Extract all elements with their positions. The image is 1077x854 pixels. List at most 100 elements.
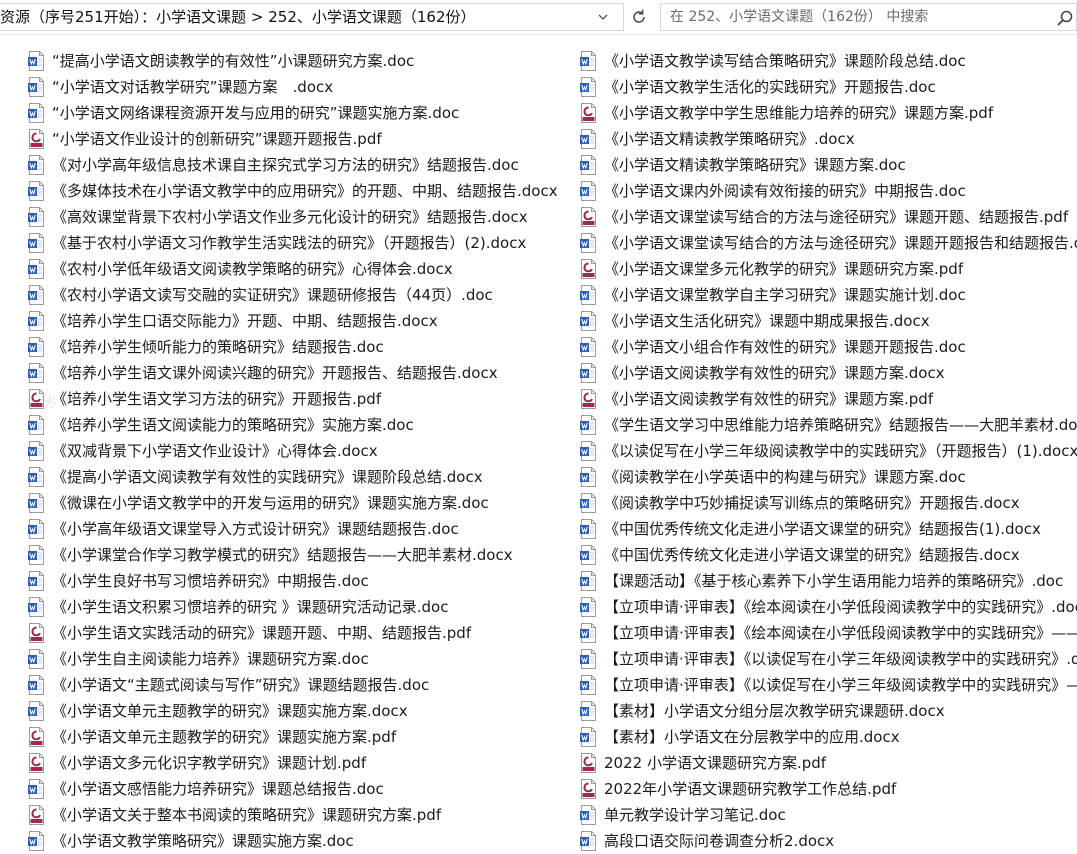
file-item[interactable]: 《小学课堂合作学习教学模式的研究》结题报告——大肥羊素材.docx bbox=[28, 542, 573, 568]
file-name[interactable]: 《小学语文精读教学策略研究》课题方案.doc bbox=[604, 152, 906, 178]
file-name[interactable]: 《小学生良好书写习惯培养研究》中期报告.doc bbox=[52, 568, 369, 594]
file-name[interactable]: 《小学语文教学生活化的实践研究》开题报告.doc bbox=[604, 74, 936, 100]
file-item[interactable]: 《小学语文生活化研究》课题中期成果报告.docx bbox=[580, 308, 1077, 334]
file-name[interactable]: 《中国优秀传统文化走进小学语文课堂的研究》结题报告(1).docx bbox=[604, 516, 1041, 542]
file-item[interactable]: 《小学语文小组合作有效性的研究》课题开题报告.doc bbox=[580, 334, 1077, 360]
file-name[interactable]: 《基于农村小学语文习作教学生活实践法的研究》（开题报告）(2).docx bbox=[52, 230, 526, 256]
file-name[interactable]: 《小学语文单元主题教学的研究》课题实施方案.docx bbox=[52, 698, 408, 724]
file-name[interactable]: 《小学语文教学读写结合策略研究》课题阶段总结.doc bbox=[604, 48, 966, 74]
file-name[interactable]: 《以读促写在小学三年级阅读教学中的实践研究》（开题报告）(1).docx bbox=[604, 438, 1077, 464]
file-item[interactable]: 高段口语交际问卷调查分析2.docx bbox=[580, 828, 1077, 854]
file-item[interactable]: 《中国优秀传统文化走进小学语文课堂的研究》结题报告(1).docx bbox=[580, 516, 1077, 542]
file-item[interactable]: 《小学语文课堂读写结合的方法与途径研究》课题开题、结题报告.pdf bbox=[580, 204, 1077, 230]
file-name[interactable]: 高段口语交际问卷调查分析2.docx bbox=[604, 828, 834, 854]
file-name[interactable]: “小学语文作业设计的创新研究”课题开题报告.pdf bbox=[52, 126, 382, 152]
file-item[interactable]: 《小学语文教学策略研究》课题实施方案.doc bbox=[28, 828, 573, 854]
file-name[interactable]: 【立项申请·评审表】《绘本阅读在小学低段阅读教学中的实践研究》—— bbox=[604, 620, 1077, 646]
search-placeholder[interactable]: 在 252、小学语文课题（162份） 中搜索 bbox=[670, 4, 928, 30]
file-item[interactable]: 2022年小学语文课题研究教学工作总结.pdf bbox=[580, 776, 1077, 802]
file-name[interactable]: 【立项申请·评审表】《以读促写在小学三年级阅读教学中的实践研究》.doc bbox=[604, 646, 1077, 672]
file-name[interactable]: 《小学语文关于整本书阅读的策略研究》课题研究方案.pdf bbox=[52, 802, 441, 828]
file-item[interactable]: 《小学语文教学中学生思维能力培养的研究》课题方案.pdf bbox=[580, 100, 1077, 126]
file-item[interactable]: 《小学语文“主题式阅读与写作”研究》课题结题报告.doc bbox=[28, 672, 573, 698]
file-name[interactable]: 《小学课堂合作学习教学模式的研究》结题报告——大肥羊素材.docx bbox=[52, 542, 513, 568]
file-name[interactable]: 《小学语文教学中学生思维能力培养的研究》课题方案.pdf bbox=[604, 100, 993, 126]
file-name[interactable]: 《培养小学生口语交际能力》开题、中期、结题报告.docx bbox=[52, 308, 438, 334]
file-item[interactable]: 《中国优秀传统文化走进小学语文课堂的研究》结题报告.docx bbox=[580, 542, 1077, 568]
file-name[interactable]: 《小学语文课内外阅读有效衔接的研究》中期报告.doc bbox=[604, 178, 966, 204]
file-name[interactable]: 《培养小学生倾听能力的策略研究》结题报告.doc bbox=[52, 334, 384, 360]
file-item[interactable]: 【素材】小学语文在分层教学中的应用.docx bbox=[580, 724, 1077, 750]
file-name[interactable]: 《双减背景下小学语文作业设计》心得体会.docx bbox=[52, 438, 378, 464]
address-path[interactable]: 资源（序号251开始）：小学语文课题 > 252、小学语文课题（162份） bbox=[0, 4, 590, 30]
file-item[interactable]: 《双减背景下小学语文作业设计》心得体会.docx bbox=[28, 438, 573, 464]
search-box[interactable]: 在 252、小学语文课题（162份） 中搜索 bbox=[660, 3, 1077, 31]
file-name[interactable]: 《阅读教学中巧妙捕捉读写训练点的策略研究》开题报告.docx bbox=[604, 490, 1020, 516]
file-item[interactable]: 《小学语文课内外阅读有效衔接的研究》中期报告.doc bbox=[580, 178, 1077, 204]
file-item[interactable]: 《小学语文课堂读写结合的方法与途径研究》课题开题报告和结题报告.docx bbox=[580, 230, 1077, 256]
file-name[interactable]: 单元教学设计学习笔记.doc bbox=[604, 802, 786, 828]
file-item[interactable]: 《微课在小学语文教学中的开发与运用的研究》课题实施方案.doc bbox=[28, 490, 573, 516]
file-name[interactable]: 【课题活动】《基于核心素养下小学生语用能力培养的策略研究》.doc bbox=[604, 568, 1063, 594]
file-item[interactable]: 《以读促写在小学三年级阅读教学中的实践研究》（开题报告）(1).docx bbox=[580, 438, 1077, 464]
file-item[interactable]: 《对小学高年级信息技术课自主探究式学习方法的研究》结题报告.doc bbox=[28, 152, 573, 178]
file-name[interactable]: 《高效课堂背景下农村小学语文作业多元化设计的研究》结题报告.docx bbox=[52, 204, 528, 230]
file-name[interactable]: 《小学语文生活化研究》课题中期成果报告.docx bbox=[604, 308, 930, 334]
file-name[interactable]: 《微课在小学语文教学中的开发与运用的研究》课题实施方案.doc bbox=[52, 490, 489, 516]
file-item[interactable]: 2022 小学语文课题研究方案.pdf bbox=[580, 750, 1077, 776]
file-name[interactable]: “小学语文对话教学研究”课题方案 .docx bbox=[52, 74, 333, 100]
file-item[interactable]: 《小学生自主阅读能力培养》课题研究方案.doc bbox=[28, 646, 573, 672]
file-item[interactable]: 《提高小学语文阅读教学有效性的实践研究》课题阶段总结.docx bbox=[28, 464, 573, 490]
file-item[interactable]: 《小学生良好书写习惯培养研究》中期报告.doc bbox=[28, 568, 573, 594]
file-item[interactable]: 《培养小学生语文阅读能力的策略研究》实施方案.doc bbox=[28, 412, 573, 438]
file-name[interactable]: 【立项申请·评审表】《以读促写在小学三年级阅读教学中的实践研究》—— bbox=[604, 672, 1077, 698]
file-name[interactable]: 《小学语文多元化识字教学研究》课题计划.pdf bbox=[52, 750, 366, 776]
file-name[interactable]: 《农村小学语文读写交融的实证研究》课题研修报告（44页）.doc bbox=[52, 282, 493, 308]
file-name[interactable]: 《小学语文课堂教学自主学习研究》课题实施计划.doc bbox=[604, 282, 966, 308]
refresh-button[interactable] bbox=[626, 3, 652, 31]
file-item[interactable]: 《培养小学生语文学习方法的研究》开题报告.pdf bbox=[28, 386, 573, 412]
file-item[interactable]: 《培养小学生语文课外阅读兴趣的研究》开题报告、结题报告.docx bbox=[28, 360, 573, 386]
file-item[interactable]: 《小学语文阅读教学有效性的研究》课题方案.pdf bbox=[580, 386, 1077, 412]
file-name[interactable]: 《提高小学语文阅读教学有效性的实践研究》课题阶段总结.docx bbox=[52, 464, 483, 490]
file-item[interactable]: 《小学语文精读教学策略研究》课题方案.doc bbox=[580, 152, 1077, 178]
file-item[interactable]: 《培养小学生倾听能力的策略研究》结题报告.doc bbox=[28, 334, 573, 360]
address-bar[interactable]: 资源（序号251开始）：小学语文课题 > 252、小学语文课题（162份） bbox=[0, 3, 624, 31]
file-item[interactable]: 《基于农村小学语文习作教学生活实践法的研究》（开题报告）(2).docx bbox=[28, 230, 573, 256]
file-item[interactable]: 【立项申请·评审表】《绘本阅读在小学低段阅读教学中的实践研究》—— bbox=[580, 620, 1077, 646]
file-item[interactable]: 《小学语文感悟能力培养研究》课题总结报告.doc bbox=[28, 776, 573, 802]
file-name[interactable]: 《小学语文课堂多元化教学的研究》课题研究方案.pdf bbox=[604, 256, 963, 282]
file-name[interactable]: 2022 小学语文课题研究方案.pdf bbox=[604, 750, 826, 776]
file-item[interactable]: 《小学生语文实践活动的研究》课题开题、中期、结题报告.pdf bbox=[28, 620, 573, 646]
file-item[interactable]: 《小学生语文积累习惯培养的研究 》课题研究活动记录.doc bbox=[28, 594, 573, 620]
file-item[interactable]: 【课题活动】《基于核心素养下小学生语用能力培养的策略研究》.doc bbox=[580, 568, 1077, 594]
file-item[interactable]: 《小学语文教学生活化的实践研究》开题报告.doc bbox=[580, 74, 1077, 100]
file-name[interactable]: 《培养小学生语文课外阅读兴趣的研究》开题报告、结题报告.docx bbox=[52, 360, 498, 386]
file-item[interactable]: 《农村小学语文读写交融的实证研究》课题研修报告（44页）.doc bbox=[28, 282, 573, 308]
file-item[interactable]: 《小学语文课堂多元化教学的研究》课题研究方案.pdf bbox=[580, 256, 1077, 282]
file-name[interactable]: 《小学语文课堂读写结合的方法与途径研究》课题开题、结题报告.pdf bbox=[604, 204, 1068, 230]
file-name[interactable]: 《学生语文学习中思维能力培养策略研究》结题报告——大肥羊素材.doc bbox=[604, 412, 1077, 438]
file-name[interactable]: 《小学语文单元主题教学的研究》课题实施方案.pdf bbox=[52, 724, 396, 750]
file-name[interactable]: 《小学高年级语文课堂导入方式设计研究》课题结题报告.doc bbox=[52, 516, 459, 542]
file-name[interactable]: 《小学生自主阅读能力培养》课题研究方案.doc bbox=[52, 646, 369, 672]
file-name[interactable]: 《小学生语文实践活动的研究》课题开题、中期、结题报告.pdf bbox=[52, 620, 471, 646]
file-name[interactable]: 《小学语文小组合作有效性的研究》课题开题报告.doc bbox=[604, 334, 966, 360]
file-name[interactable]: 《小学生语文积累习惯培养的研究 》课题研究活动记录.doc bbox=[52, 594, 449, 620]
file-item[interactable]: “提高小学语文朗读教学的有效性”小课题研究方案.doc bbox=[28, 48, 573, 74]
file-name[interactable]: 《小学语文教学策略研究》课题实施方案.doc bbox=[52, 828, 354, 854]
file-item[interactable]: 《小学语文教学读写结合策略研究》课题阶段总结.doc bbox=[580, 48, 1077, 74]
file-name[interactable]: 2022年小学语文课题研究教学工作总结.pdf bbox=[604, 776, 896, 802]
file-name[interactable]: 【立项申请·评审表】《绘本阅读在小学低段阅读教学中的实践研究》.doc bbox=[604, 594, 1077, 620]
file-name[interactable]: 《农村小学低年级语文阅读教学策略的研究》心得体会.docx bbox=[52, 256, 453, 282]
file-name[interactable]: 【素材】小学语文分组分层次教学研究课题研.docx bbox=[604, 698, 945, 724]
file-item[interactable]: 《多媒体技术在小学语文教学中的应用研究》的开题、中期、结题报告.docx bbox=[28, 178, 573, 204]
file-name[interactable]: 《小学语文阅读教学有效性的研究》课题方案.pdf bbox=[604, 386, 933, 412]
chevron-down-icon[interactable] bbox=[598, 12, 608, 22]
file-name[interactable]: 《小学语文感悟能力培养研究》课题总结报告.doc bbox=[52, 776, 384, 802]
file-name[interactable]: 《培养小学生语文学习方法的研究》开题报告.pdf bbox=[52, 386, 381, 412]
file-item[interactable]: 【素材】小学语文分组分层次教学研究课题研.docx bbox=[580, 698, 1077, 724]
file-name[interactable]: 《多媒体技术在小学语文教学中的应用研究》的开题、中期、结题报告.docx bbox=[52, 178, 558, 204]
file-name[interactable]: 《小学语文课堂读写结合的方法与途径研究》课题开题报告和结题报告.docx bbox=[604, 230, 1077, 256]
file-name[interactable]: 《中国优秀传统文化走进小学语文课堂的研究》结题报告.docx bbox=[604, 542, 1020, 568]
